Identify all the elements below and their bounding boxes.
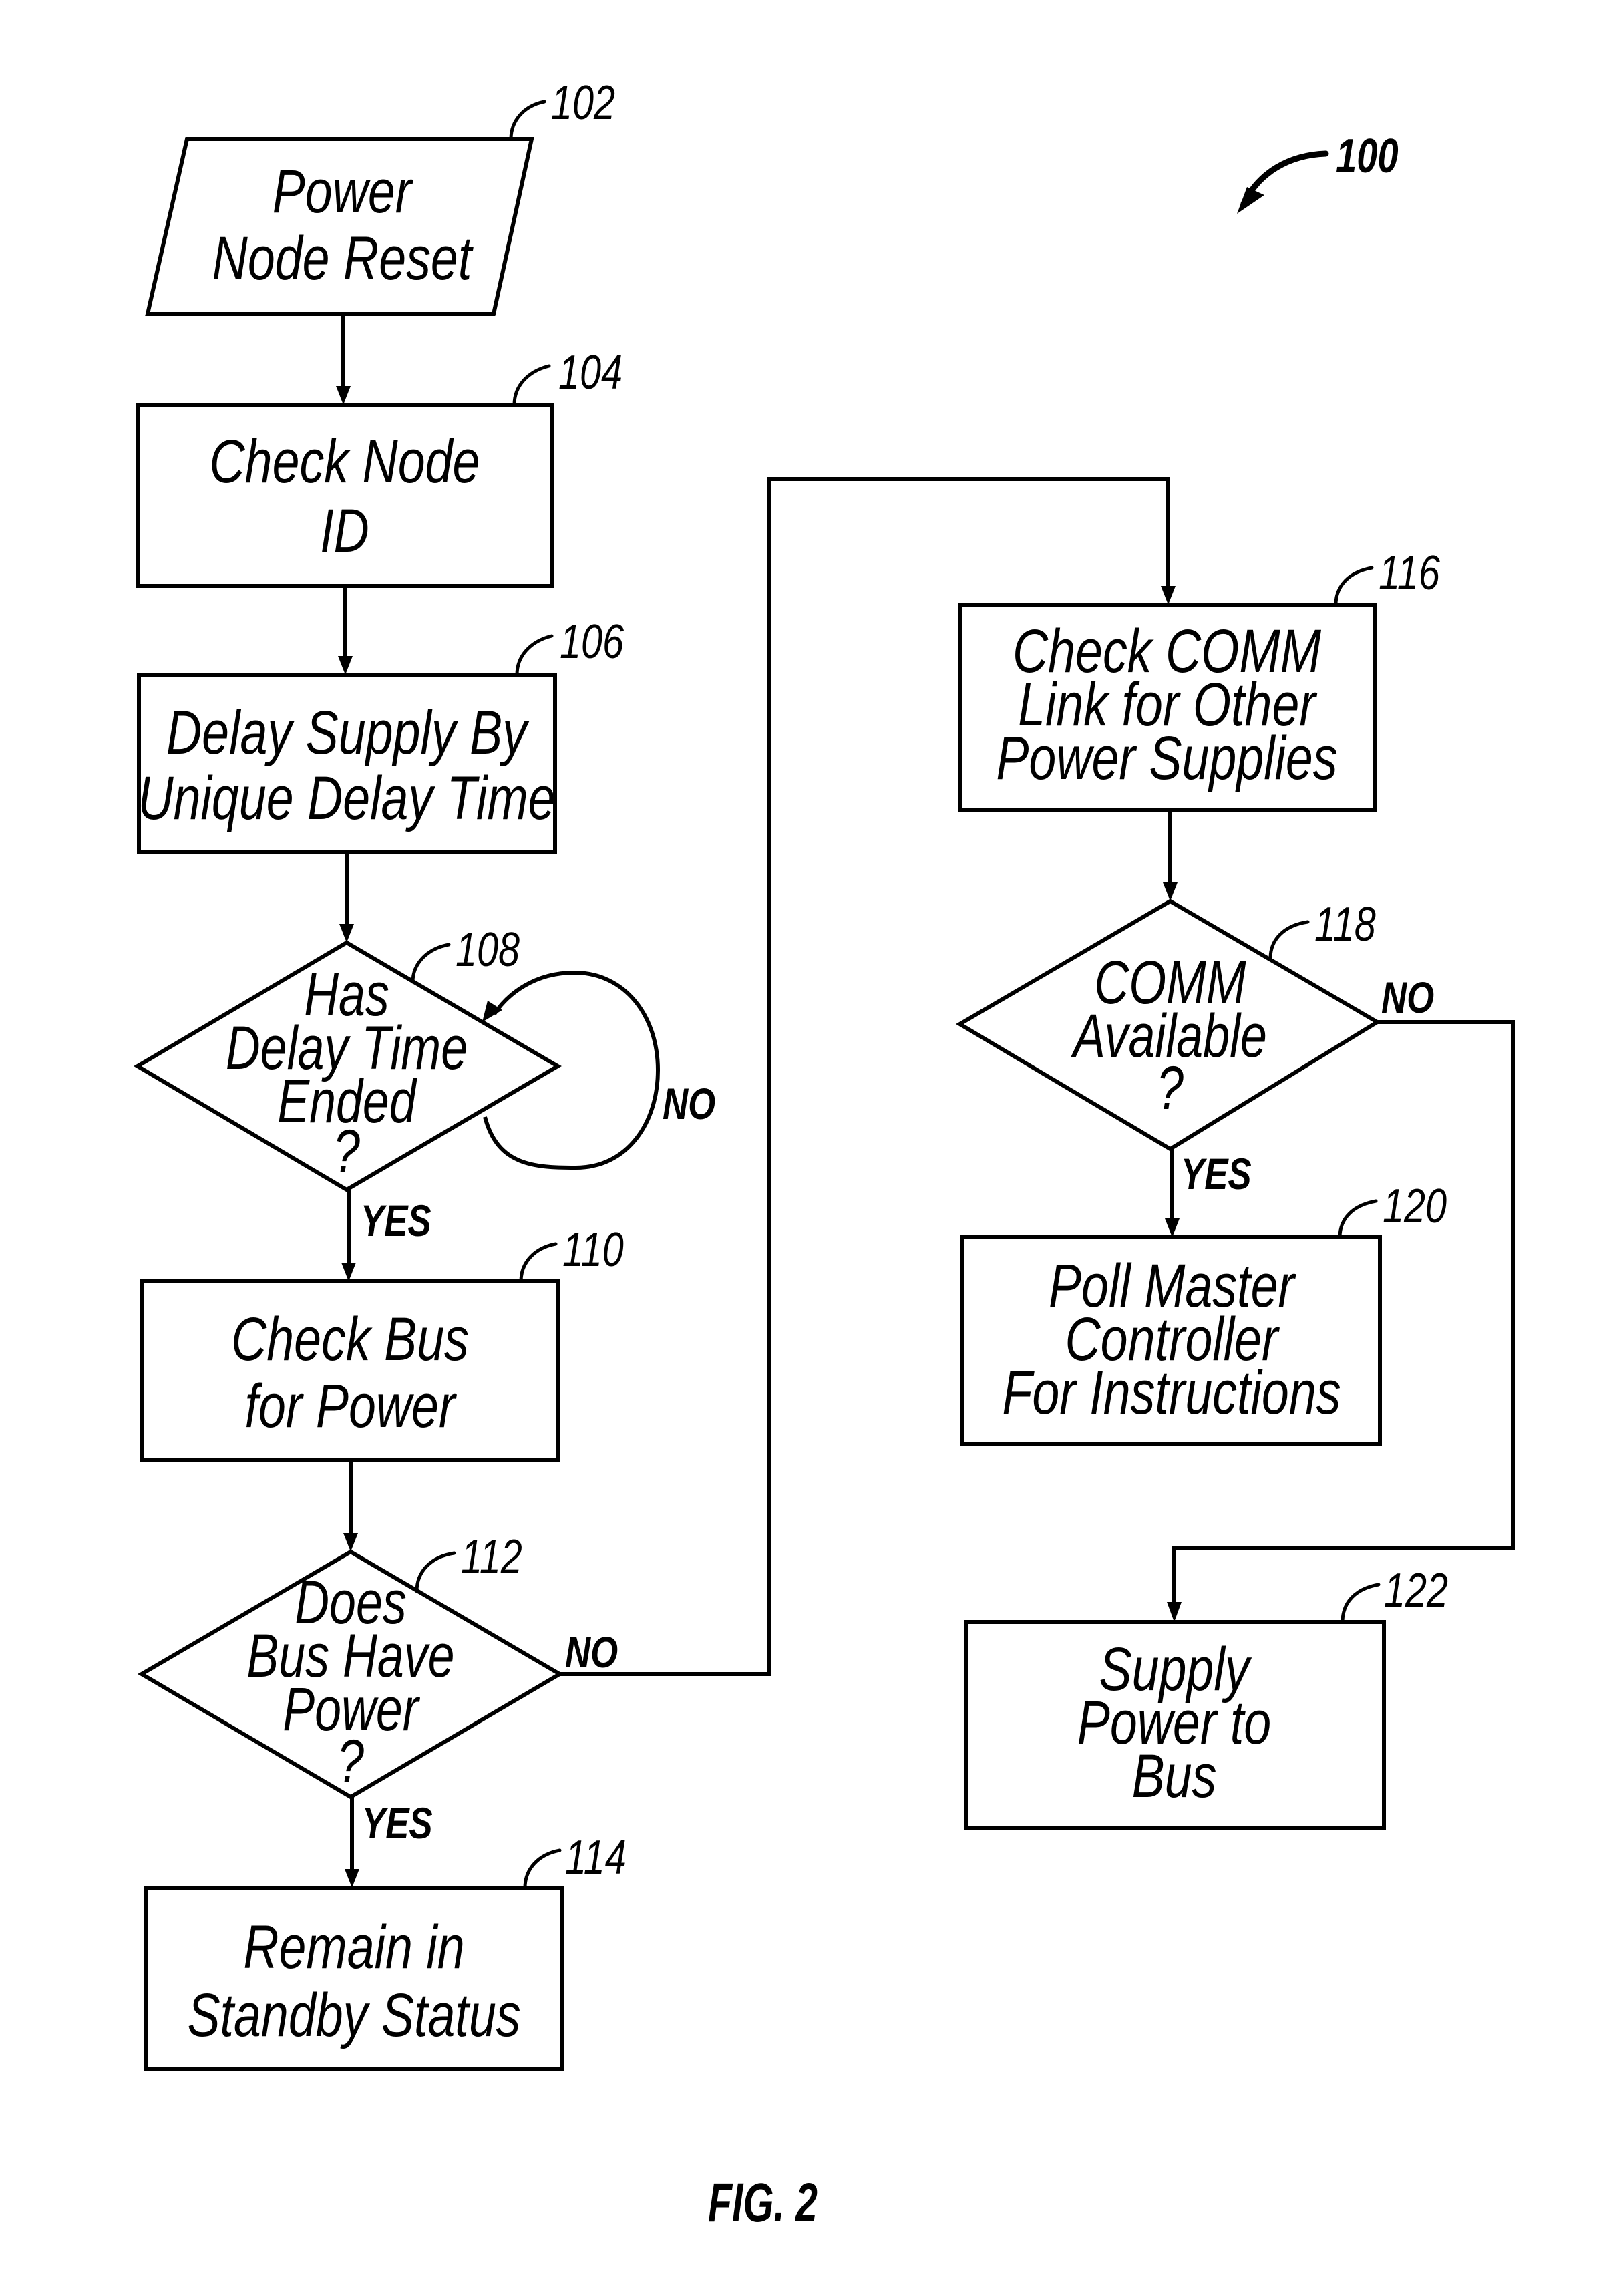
edge-108-110-yes: YES [341, 1190, 431, 1281]
flowchart-figure: 100 Power Node Reset 102 Check Node ID 1… [134, 75, 1515, 2234]
node-116-leader [1334, 566, 1374, 607]
node-122-ref: 122 [1384, 1563, 1448, 1617]
edge-112-yes-label: YES [362, 1798, 433, 1848]
node-102-ref: 102 [551, 75, 615, 130]
node-116-ref: 116 [1379, 546, 1440, 600]
edge-112-114-yes: YES [345, 1797, 433, 1888]
figure-reference-label: 100 [1336, 129, 1399, 182]
node-110-check-bus-for-power: Check Bus for Power 110 [140, 1222, 624, 1462]
node-118-ref: 118 [1314, 897, 1376, 951]
node-114-leader [523, 1848, 562, 1890]
node-108-line-4: ? [333, 1117, 360, 1186]
node-108-delay-ended-decision: Has Delay Time Ended ? 108 [134, 923, 562, 1192]
node-122-line-3: Bus [1132, 1742, 1217, 1810]
edge-102-104 [336, 314, 351, 405]
node-104-line-2: ID [320, 496, 369, 565]
edge-110-112 [343, 1460, 358, 1552]
arrowhead-icon [343, 1533, 358, 1552]
node-120-leader [1338, 1199, 1378, 1239]
node-120-line-3: For Instructions [1002, 1358, 1341, 1427]
arrowhead-icon [1161, 586, 1176, 605]
node-108-leader [411, 943, 451, 984]
edge-108-no-label: NO [663, 1079, 715, 1128]
edge-106-108 [339, 852, 354, 943]
node-114-remain-standby: Remain in Standby Status 114 [144, 1830, 627, 2071]
node-106-leader [515, 634, 554, 677]
node-114-ref: 114 [565, 1830, 627, 1884]
edge-104-106 [338, 586, 353, 675]
edge-118-yes-label: YES [1181, 1149, 1252, 1198]
node-104-ref: 104 [558, 345, 622, 399]
node-122-leader [1341, 1583, 1381, 1624]
arrowhead-icon [339, 924, 354, 943]
arrowhead-icon [338, 656, 353, 675]
node-118-leader [1268, 920, 1310, 961]
node-116-check-comm-link: Check COMM Link for Other Power Supplies… [958, 546, 1440, 812]
node-110-line-2: for Power [245, 1371, 458, 1440]
node-106-delay-supply: Delay Supply By Unique Delay Time 106 [137, 615, 624, 854]
node-110-leader [519, 1242, 558, 1283]
node-118-comm-available-decision: COMM Available ? 118 [956, 897, 1381, 1152]
edge-112-no-label: NO [565, 1627, 618, 1677]
node-122-supply-power-to-bus: Supply Power to Bus 122 [964, 1563, 1448, 1830]
node-106-line-1: Delay Supply By [166, 698, 530, 767]
node-110-line-1: Check Bus [231, 1305, 469, 1373]
node-112-bus-power-decision: Does Bus Have Power ? 112 [138, 1530, 564, 1800]
node-120-poll-master-controller: Poll Master Controller For Instructions … [960, 1179, 1447, 1446]
node-112-line-4: ? [337, 1727, 364, 1796]
node-112-leader [415, 1551, 456, 1593]
edge-116-118 [1163, 810, 1178, 901]
edge-118-120-yes: YES [1165, 1149, 1252, 1237]
node-116-line-3: Power Supplies [996, 723, 1337, 792]
arrowhead-icon [1163, 882, 1178, 901]
arrowhead-icon [482, 1001, 502, 1022]
node-104-check-node-id: Check Node ID 104 [136, 345, 622, 588]
arrowhead-icon [336, 386, 351, 405]
node-108-ref: 108 [456, 923, 520, 977]
arrowhead-icon [341, 1263, 356, 1281]
node-102-line-2: Node Reset [212, 224, 474, 293]
node-120-ref: 120 [1383, 1179, 1447, 1233]
node-106-ref: 106 [560, 615, 624, 669]
figure-reference-arrowhead-icon [1237, 187, 1264, 214]
node-114-line-1: Remain in [243, 1913, 464, 1981]
node-104-leader [512, 364, 551, 407]
node-102-line-1: Power [273, 157, 413, 226]
figure-title: FIG. 2 [708, 2172, 818, 2234]
node-102-power-node-reset: Power Node Reset 102 [145, 75, 615, 316]
node-110-ref: 110 [562, 1222, 624, 1277]
node-106-line-2: Unique Delay Time [138, 764, 555, 832]
edge-118-no-label: NO [1381, 973, 1434, 1022]
arrowhead-icon [1167, 1602, 1182, 1622]
node-102-leader [509, 100, 546, 141]
arrowhead-icon [1165, 1218, 1180, 1237]
edge-108-yes-label: YES [361, 1196, 431, 1245]
arrowhead-icon [345, 1869, 359, 1888]
node-104-line-1: Check Node [210, 427, 480, 496]
node-112-ref: 112 [461, 1530, 522, 1584]
figure-reference-100: 100 [1237, 129, 1399, 214]
node-114-line-2: Standby Status [187, 1981, 520, 2049]
node-118-line-3: ? [1157, 1053, 1184, 1122]
